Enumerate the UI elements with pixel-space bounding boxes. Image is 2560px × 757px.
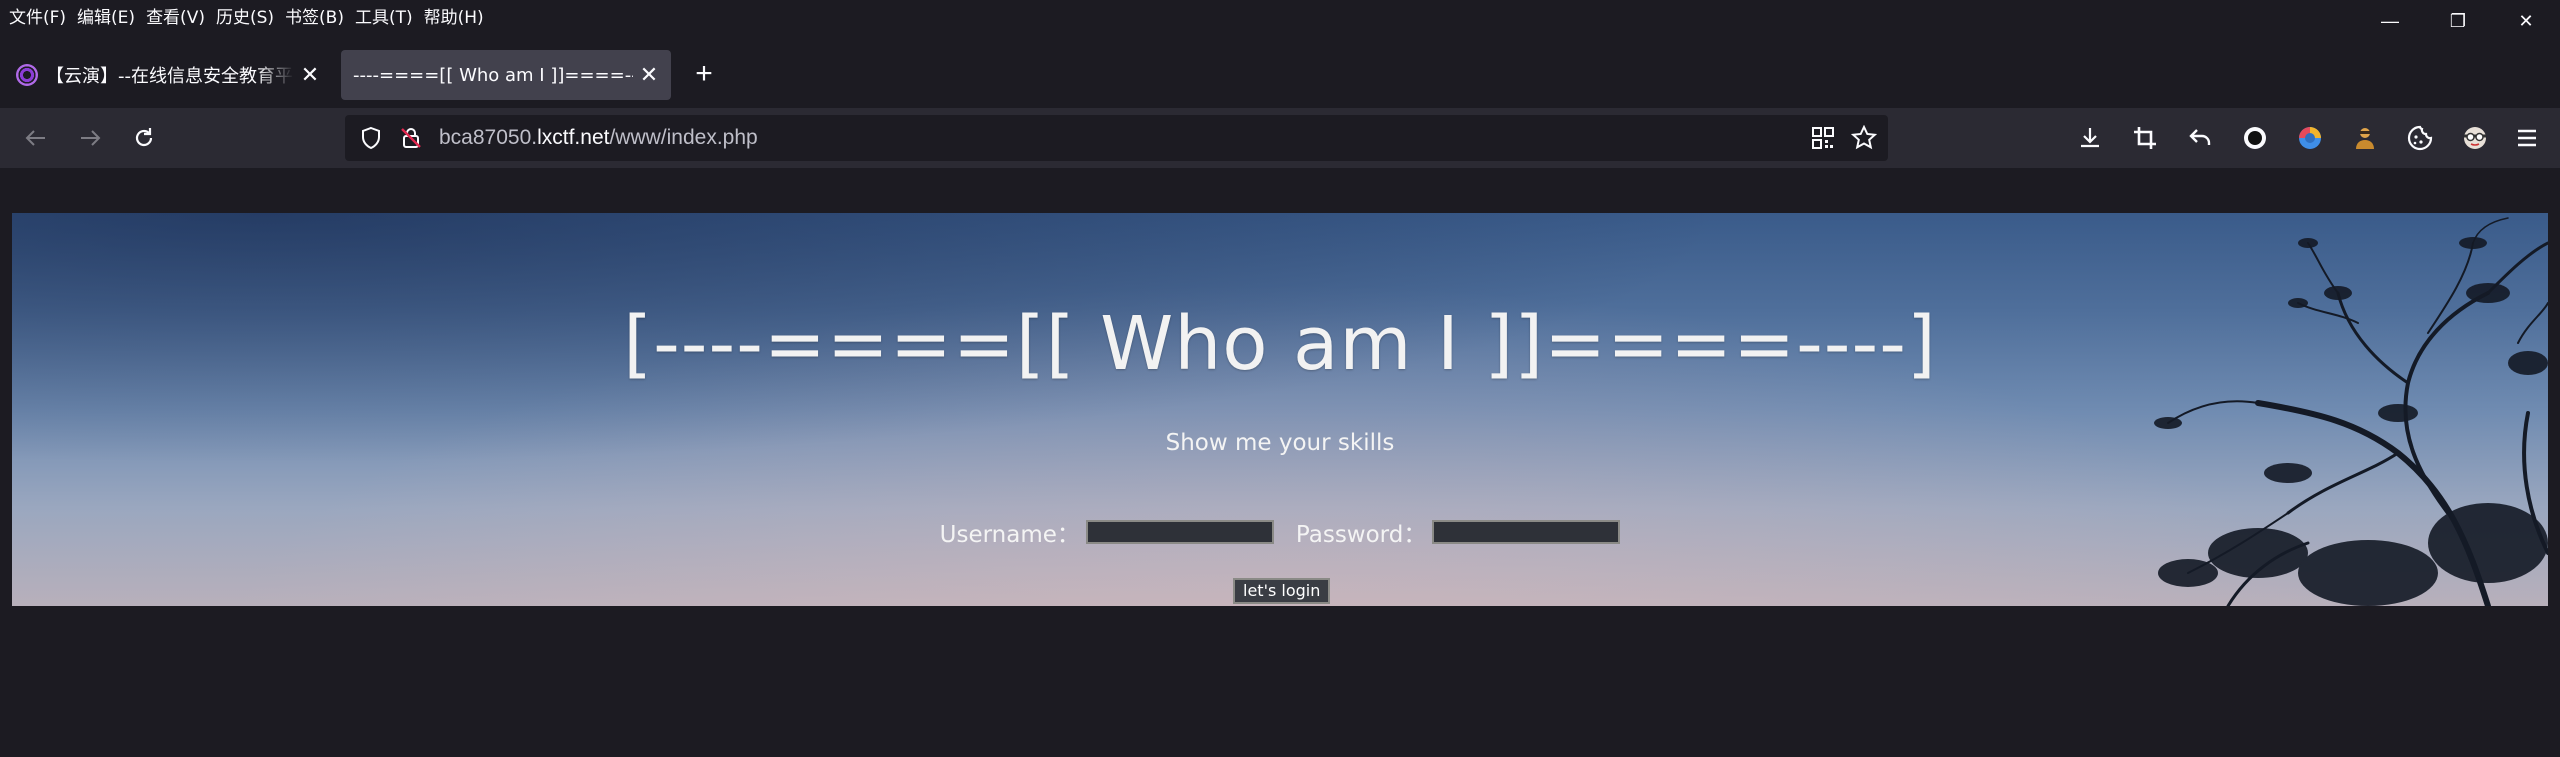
login-form: Username： Password： <box>12 515 2548 549</box>
page-hero: [----====[[ Who am I ]]====----] Show me… <box>12 213 2548 606</box>
tab-close-icon[interactable]: ✕ <box>300 62 320 88</box>
cookie-button[interactable] <box>2405 123 2435 153</box>
forward-button[interactable] <box>72 120 108 156</box>
menu-help[interactable]: 帮助(H) <box>424 3 484 28</box>
screenshot-button[interactable] <box>2130 123 2160 153</box>
new-tab-button[interactable]: + <box>690 56 718 92</box>
undo-icon <box>2189 129 2211 145</box>
url-text[interactable]: bca87050.lxctf.net/www/index.php <box>439 126 758 150</box>
tab-who-am-i[interactable]: ----====[[ Who am I ]]====---- ✕ <box>341 50 671 100</box>
tab-title: ----====[[ Who am I ]]====---- <box>353 64 633 86</box>
extension-face-icon <box>2464 127 2486 149</box>
menu-tools[interactable]: 工具(T) <box>355 3 413 28</box>
bookmark-star-icon[interactable] <box>1851 125 1877 151</box>
menu-edit[interactable]: 编辑(E) <box>77 3 135 28</box>
menu-icon <box>2518 129 2536 147</box>
download-button[interactable] <box>2075 123 2105 153</box>
url-bar[interactable]: bca87050.lxctf.net/www/index.php <box>345 115 1888 161</box>
window-controls: — ❐ ✕ <box>2356 0 2560 42</box>
site-favicon-icon <box>16 64 38 86</box>
crop-icon <box>2134 127 2156 149</box>
back-button[interactable] <box>18 120 54 156</box>
insecure-lock-icon[interactable] <box>399 126 423 150</box>
password-input[interactable] <box>1432 520 1621 544</box>
extension-person-button[interactable] <box>2350 123 2380 153</box>
extension-shield-button[interactable] <box>2295 123 2325 153</box>
extension-shield-icon <box>2299 127 2321 149</box>
navigation-toolbar: bca87050.lxctf.net/www/index.php <box>0 108 2560 168</box>
restore-button[interactable]: ❐ <box>2424 0 2492 42</box>
url-domain-prefix: bca87050. <box>439 126 538 149</box>
extension-circle-button[interactable] <box>2240 123 2270 153</box>
tab-close-icon[interactable]: ✕ <box>639 62 659 88</box>
page-title: [----====[[ Who am I ]]====----] <box>623 301 1937 387</box>
reload-icon <box>135 128 153 147</box>
cookie-icon <box>2407 125 2433 151</box>
tracking-shield-icon[interactable] <box>359 126 383 150</box>
username-input[interactable] <box>1085 520 1274 544</box>
url-path: /www/index.php <box>609 126 758 149</box>
circle-icon <box>2244 127 2266 149</box>
qr-code-icon[interactable] <box>1812 127 1834 149</box>
tab-title: 【云演】--在线信息安全教育平 <box>46 66 293 87</box>
username-label: Username： <box>939 522 1080 548</box>
undo-button[interactable] <box>2185 123 2215 153</box>
tab-yunyan[interactable]: 【云演】--在线信息安全教育平 ✕ <box>4 50 332 100</box>
password-label: Password： <box>1295 522 1427 548</box>
menu-file[interactable]: 文件(F) <box>9 3 66 28</box>
menu-bar: 文件(F) 编辑(E) 查看(V) 历史(S) 书签(B) 工具(T) 帮助(H… <box>0 0 2560 30</box>
page-subtitle: Show me your skills <box>1165 430 1395 456</box>
app-menu-button[interactable] <box>2512 123 2542 153</box>
download-icon <box>2081 128 2099 148</box>
menu-bookmarks[interactable]: 书签(B) <box>285 3 344 28</box>
extension-person-icon <box>2356 128 2374 149</box>
menu-history[interactable]: 历史(S) <box>216 3 274 28</box>
minimize-button[interactable]: — <box>2356 0 2424 42</box>
extension-face-button[interactable] <box>2460 123 2490 153</box>
forward-arrow-icon <box>81 130 101 146</box>
menu-view[interactable]: 查看(V) <box>146 3 205 28</box>
url-domain: lxctf.net <box>537 126 610 149</box>
login-button[interactable]: let's login <box>1233 578 1331 604</box>
tab-strip: 【云演】--在线信息安全教育平 ✕ ----====[[ Who am I ]]… <box>0 48 2560 102</box>
back-arrow-icon <box>25 130 45 146</box>
close-window-button[interactable]: ✕ <box>2492 0 2560 42</box>
reload-button[interactable] <box>126 120 162 156</box>
